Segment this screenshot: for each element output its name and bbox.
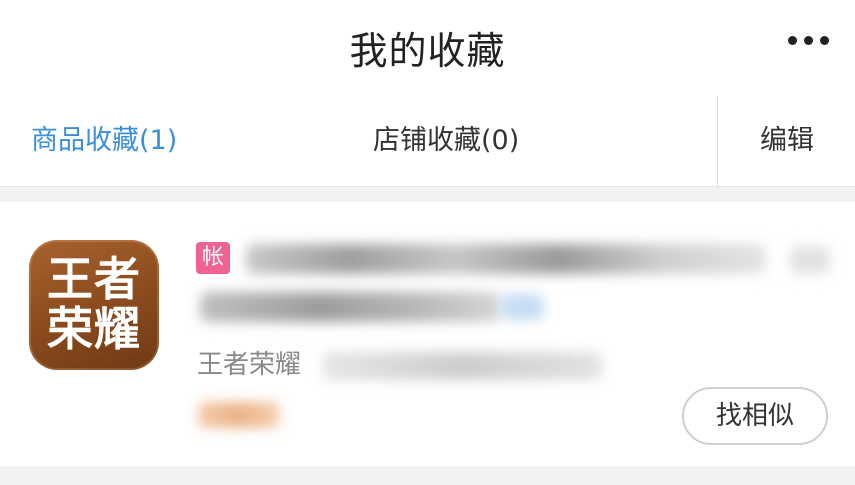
section-divider [0, 186, 855, 202]
item-title-line2-tail-blurred [500, 294, 544, 320]
more-dot [804, 36, 813, 45]
game-logo-text: 王者荣耀 [47, 252, 141, 356]
item-game-name: 王者荣耀 [197, 350, 302, 380]
game-logo[interactable]: 王者荣耀 [29, 240, 159, 370]
section-divider-bottom [0, 466, 855, 485]
favorite-item-card[interactable]: 王者荣耀 帐 王者荣耀 找相似 [0, 202, 855, 466]
item-server-info-blurred [322, 352, 602, 380]
top-bar: 我的收藏 [0, 0, 855, 96]
page-title: 我的收藏 [349, 29, 506, 73]
more-dots-icon[interactable] [788, 36, 829, 45]
item-title-blurred-tail [790, 246, 830, 274]
more-dot [788, 36, 797, 45]
tab-goods-favorites[interactable]: 商品收藏(1) [31, 124, 177, 158]
item-title-line2-blurred [200, 292, 500, 322]
tab-shop-favorites[interactable]: 店铺收藏(0) [373, 124, 519, 158]
tab-divider [717, 96, 718, 186]
account-tag-badge: 帐 [196, 242, 230, 274]
item-price-blurred [198, 402, 280, 428]
find-similar-button[interactable]: 找相似 [682, 387, 828, 445]
edit-button[interactable]: 编辑 [760, 124, 814, 158]
favorites-tabs: 商品收藏(1) 店铺收藏(0) 编辑 [0, 96, 855, 186]
item-title-blurred [246, 244, 766, 274]
more-dot [820, 36, 829, 45]
